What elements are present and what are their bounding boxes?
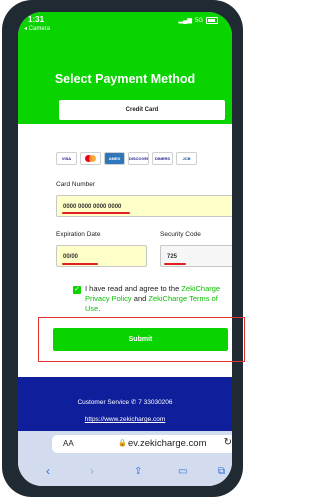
browser-toolbar: AA 🔒 ev.zekicharge.com ↻ ‹ › ⇪ ▭ ⧉ [18,431,232,486]
back-icon[interactable]: ‹ [46,464,50,478]
website-link[interactable]: https://www.zekicharge.com [18,416,232,423]
diners-logo-icon: DINERS [152,152,173,165]
back-to-camera-link[interactable]: ◂ Camera [24,25,50,32]
expiration-highlight [62,263,98,265]
status-time: 1:31 [28,15,45,24]
tabs-icon[interactable]: ⧉ [218,466,225,477]
bookmarks-icon[interactable]: ▭ [178,466,187,477]
discover-logo-icon: DISCOVER [128,152,149,165]
customer-service-line: Customer Service ✆ 7 33030206 [18,398,232,406]
submit-button[interactable]: Submit [53,328,228,351]
agreement-prefix: I have read and agree to the [85,284,182,293]
reader-options-button[interactable]: AA [63,439,74,448]
forward-icon[interactable]: › [90,464,94,478]
agreement-and: and [131,294,149,303]
customer-service-phone[interactable]: 7 33030206 [138,399,172,406]
signal-icon: ▂▄▆ [178,18,192,24]
card-number-highlight [62,212,130,214]
reload-icon[interactable]: ↻ [224,437,232,448]
share-icon[interactable]: ⇪ [134,466,142,477]
card-logos: VISA AMEX DISCOVER DINERS JCB [56,152,197,165]
phone-screen: 1:31 ◂ Camera ▂▄▆ 5G Select Payment Meth… [18,12,232,486]
network-type: 5G [194,17,203,24]
phone-icon: ✆ [130,399,137,406]
phone-frame: 1:31 ◂ Camera ▂▄▆ 5G Select Payment Meth… [2,0,243,497]
address-bar[interactable]: AA 🔒 ev.zekicharge.com ↻ [52,435,232,453]
mastercard-logo-icon [80,152,101,165]
battery-icon [206,17,218,24]
security-code-highlight [164,263,186,265]
card-number-label: Card Number [56,181,96,188]
page-title: Select Payment Method [54,72,196,86]
lock-icon: 🔒 [118,440,127,447]
payment-header: Select Payment Method Credit Card [18,34,232,124]
customer-service-label: Customer Service [77,399,130,406]
visa-logo-icon: VISA [56,152,77,165]
amex-logo-icon: AMEX [104,152,125,165]
agreement-text: I have read and agree to the ZekiCharge … [85,284,232,314]
status-indicators: ▂▄▆ 5G [178,17,218,24]
address-url: ev.zekicharge.com [128,438,207,449]
agree-checkbox[interactable]: ✓ [73,286,81,294]
security-code-label: Security Code [160,231,201,238]
credit-card-button[interactable]: Credit Card [59,100,225,120]
jcb-logo-icon: JCB [176,152,197,165]
agreement-suffix: . [98,304,101,313]
page-footer: Customer Service ✆ 7 33030206 https://ww… [18,377,232,431]
status-bar: 1:31 ◂ Camera ▂▄▆ 5G [18,12,232,34]
expiration-date-label: Expiration Date [56,231,101,238]
